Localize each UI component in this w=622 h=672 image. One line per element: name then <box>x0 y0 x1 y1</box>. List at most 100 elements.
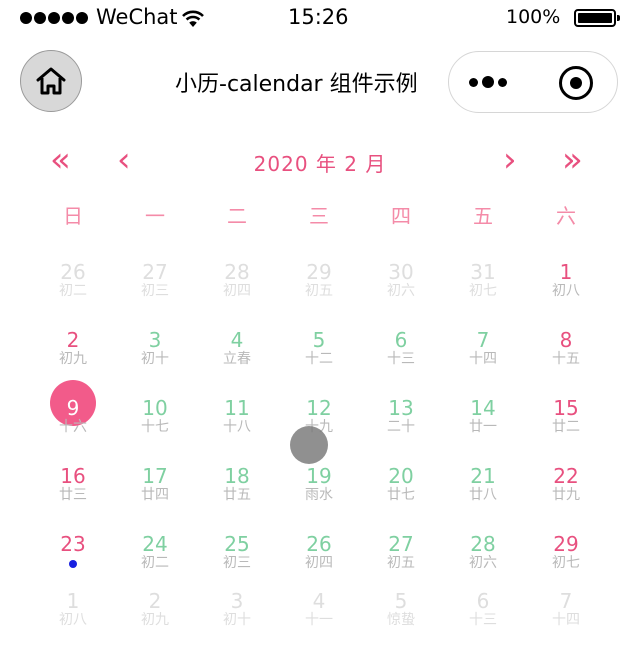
lunar-date: 初十 <box>223 612 251 628</box>
day-number: 1 <box>66 589 80 613</box>
lunar-date: 初八 <box>59 612 87 628</box>
calendar-day-cell[interactable]: 5 十二 <box>278 328 360 390</box>
calendar-day-cell[interactable]: 26 初四 <box>278 532 360 594</box>
calendar-day-cell[interactable]: 25 初三 <box>196 532 278 594</box>
calendar-day-cell[interactable]: 14 廿一 <box>442 396 524 458</box>
calendar-day-cell[interactable]: 21 廿八 <box>442 464 524 526</box>
calendar-day-cell[interactable]: 29 初七 <box>525 532 607 594</box>
day-number: 7 <box>559 589 573 613</box>
calendar-day-cell[interactable]: 27 初三 <box>114 260 196 322</box>
calendar-day-cell[interactable]: 13 二十 <box>360 396 442 458</box>
day-number: 3 <box>148 328 162 352</box>
day-number: 17 <box>142 464 168 488</box>
day-number: 20 <box>388 464 414 488</box>
calendar-day-cell[interactable]: 26 初二 <box>32 260 114 322</box>
day-number: 23 <box>60 532 86 556</box>
lunar-date: 初八 <box>552 283 580 299</box>
calendar-day-cell[interactable]: 22 廿九 <box>525 464 607 526</box>
day-number: 28 <box>470 532 496 556</box>
calendar-day-cell[interactable]: 6 十三 <box>442 589 524 651</box>
day-number: 7 <box>476 328 490 352</box>
day-number: 6 <box>394 328 408 352</box>
day-number: 30 <box>388 260 414 284</box>
lunar-date: 初四 <box>223 283 251 299</box>
lunar-date: 十三 <box>387 351 415 367</box>
day-number: 9 <box>66 396 80 420</box>
calendar-day-cell[interactable]: 8 十五 <box>525 328 607 390</box>
calendar-day-cell[interactable]: 6 十三 <box>360 328 442 390</box>
day-number: 5 <box>312 328 326 352</box>
lunar-date: 十八 <box>223 419 251 435</box>
lunar-date: 初九 <box>59 351 87 367</box>
lunar-date: 初六 <box>387 283 415 299</box>
lunar-date: 初五 <box>387 555 415 571</box>
calendar-day-grid: 26 初二 27 初三 28 初四 29 初五 30 初六 31 初七 1 初八 2 初九 3 初十 4 立春 5 十二 6… <box>0 0 622 672</box>
lunar-date: 廿五 <box>223 487 251 503</box>
lunar-date: 初二 <box>141 555 169 571</box>
calendar-day-cell[interactable]: 31 初七 <box>442 260 524 322</box>
calendar-day-cell[interactable]: 1 初八 <box>32 589 114 651</box>
day-number: 13 <box>388 396 414 420</box>
calendar-day-cell[interactable]: 16 廿三 <box>32 464 114 526</box>
calendar-day-cell[interactable]: 17 廿四 <box>114 464 196 526</box>
calendar-day-cell[interactable]: 23 <box>32 532 114 594</box>
lunar-date: 初四 <box>305 555 333 571</box>
day-number: 26 <box>306 532 332 556</box>
lunar-date: 十六 <box>59 419 87 435</box>
day-number: 10 <box>142 396 168 420</box>
calendar-day-cell[interactable]: 5 惊蛰 <box>360 589 442 651</box>
lunar-date: 十四 <box>552 612 580 628</box>
lunar-date: 初三 <box>141 283 169 299</box>
calendar-day-cell[interactable]: 19 雨水 <box>278 464 360 526</box>
calendar-day-cell[interactable]: 29 初五 <box>278 260 360 322</box>
day-number: 4 <box>230 328 244 352</box>
day-number: 15 <box>553 396 579 420</box>
calendar-day-cell[interactable]: 2 初九 <box>114 589 196 651</box>
lunar-date: 十四 <box>469 351 497 367</box>
calendar-day-cell[interactable]: 1 初八 <box>525 260 607 322</box>
lunar-date: 初九 <box>141 612 169 628</box>
day-number: 22 <box>553 464 579 488</box>
calendar-day-cell[interactable]: 27 初五 <box>360 532 442 594</box>
lunar-date: 初二 <box>59 283 87 299</box>
lunar-date: 十一 <box>305 612 333 628</box>
calendar-day-cell[interactable]: 3 初十 <box>196 589 278 651</box>
lunar-date: 廿八 <box>469 487 497 503</box>
calendar-day-cell[interactable]: 4 十一 <box>278 589 360 651</box>
calendar-day-cell[interactable]: 11 十八 <box>196 396 278 458</box>
calendar-day-cell[interactable]: 28 初六 <box>442 532 524 594</box>
day-number: 19 <box>306 464 332 488</box>
day-number: 26 <box>60 260 86 284</box>
calendar-day-cell[interactable]: 7 十四 <box>442 328 524 390</box>
calendar-day-cell[interactable]: 30 初六 <box>360 260 442 322</box>
day-number: 6 <box>476 589 490 613</box>
calendar-day-cell[interactable]: 3 初十 <box>114 328 196 390</box>
calendar-day-cell[interactable]: 7 十四 <box>525 589 607 651</box>
day-number: 29 <box>306 260 332 284</box>
calendar-day-cell[interactable]: 24 初二 <box>114 532 196 594</box>
day-number: 5 <box>394 589 408 613</box>
lunar-date: 初七 <box>469 283 497 299</box>
calendar-day-cell[interactable]: 28 初四 <box>196 260 278 322</box>
lunar-date: 廿四 <box>141 487 169 503</box>
lunar-date: 十五 <box>552 351 580 367</box>
calendar-day-cell[interactable]: 20 廿七 <box>360 464 442 526</box>
lunar-date: 十七 <box>141 419 169 435</box>
lunar-date: 初七 <box>552 555 580 571</box>
day-number: 4 <box>312 589 326 613</box>
day-number: 2 <box>148 589 162 613</box>
day-number: 27 <box>388 532 414 556</box>
day-number: 25 <box>224 532 250 556</box>
calendar-day-cell[interactable]: 4 立春 <box>196 328 278 390</box>
lunar-date: 十三 <box>469 612 497 628</box>
calendar-day-cell[interactable]: 15 廿二 <box>525 396 607 458</box>
calendar-day-cell[interactable]: 18 廿五 <box>196 464 278 526</box>
day-number: 12 <box>306 396 332 420</box>
day-number: 24 <box>142 532 168 556</box>
lunar-date: 惊蛰 <box>387 612 415 628</box>
day-number: 8 <box>559 328 573 352</box>
day-number: 1 <box>559 260 573 284</box>
lunar-date: 廿九 <box>552 487 580 503</box>
calendar-day-cell[interactable]: 9 十六 <box>32 380 114 458</box>
calendar-day-cell[interactable]: 10 十七 <box>114 396 196 458</box>
